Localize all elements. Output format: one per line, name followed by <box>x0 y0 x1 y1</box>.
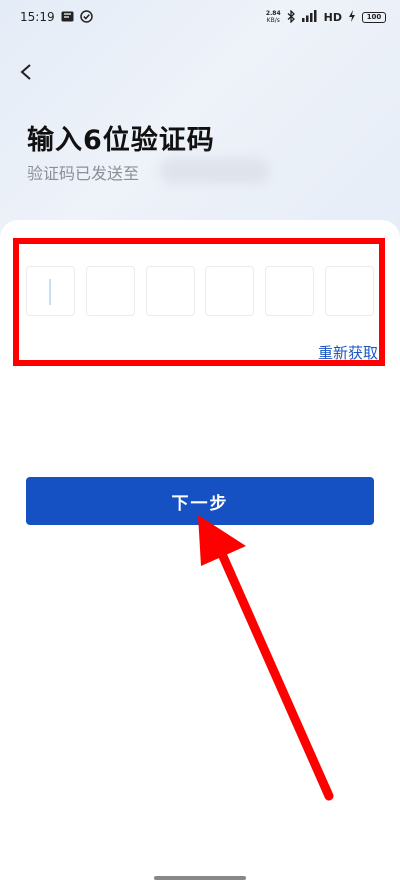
network-speed: 2.84 KB/s <box>266 10 281 24</box>
signal-icon <box>301 10 318 24</box>
status-right: 2.84 KB/s HD 100 <box>266 8 386 25</box>
status-time: 15:19 <box>20 10 55 24</box>
annotation-highlight-box <box>13 238 385 366</box>
check-circle-icon <box>79 9 93 25</box>
status-bar: 15:19 2.84 KB/s HD 100 <box>0 0 400 34</box>
home-indicator <box>154 876 246 880</box>
charging-icon <box>348 10 356 24</box>
speed-unit: KB/s <box>266 17 280 24</box>
back-button[interactable] <box>12 58 40 86</box>
page-title: 输入6位验证码 <box>27 125 215 156</box>
chevron-left-icon <box>20 64 31 80</box>
status-left: 15:19 <box>20 9 93 25</box>
battery-indicator: 100 <box>362 11 386 23</box>
message-icon <box>61 11 74 24</box>
masked-phone-number <box>160 158 270 184</box>
speed-value: 2.84 <box>265 10 281 17</box>
network-label: HD <box>323 10 342 24</box>
bluetooth-icon <box>287 8 296 25</box>
next-step-button[interactable]: 下一步 <box>26 477 374 525</box>
sent-to-label: 验证码已发送至 <box>27 164 140 183</box>
